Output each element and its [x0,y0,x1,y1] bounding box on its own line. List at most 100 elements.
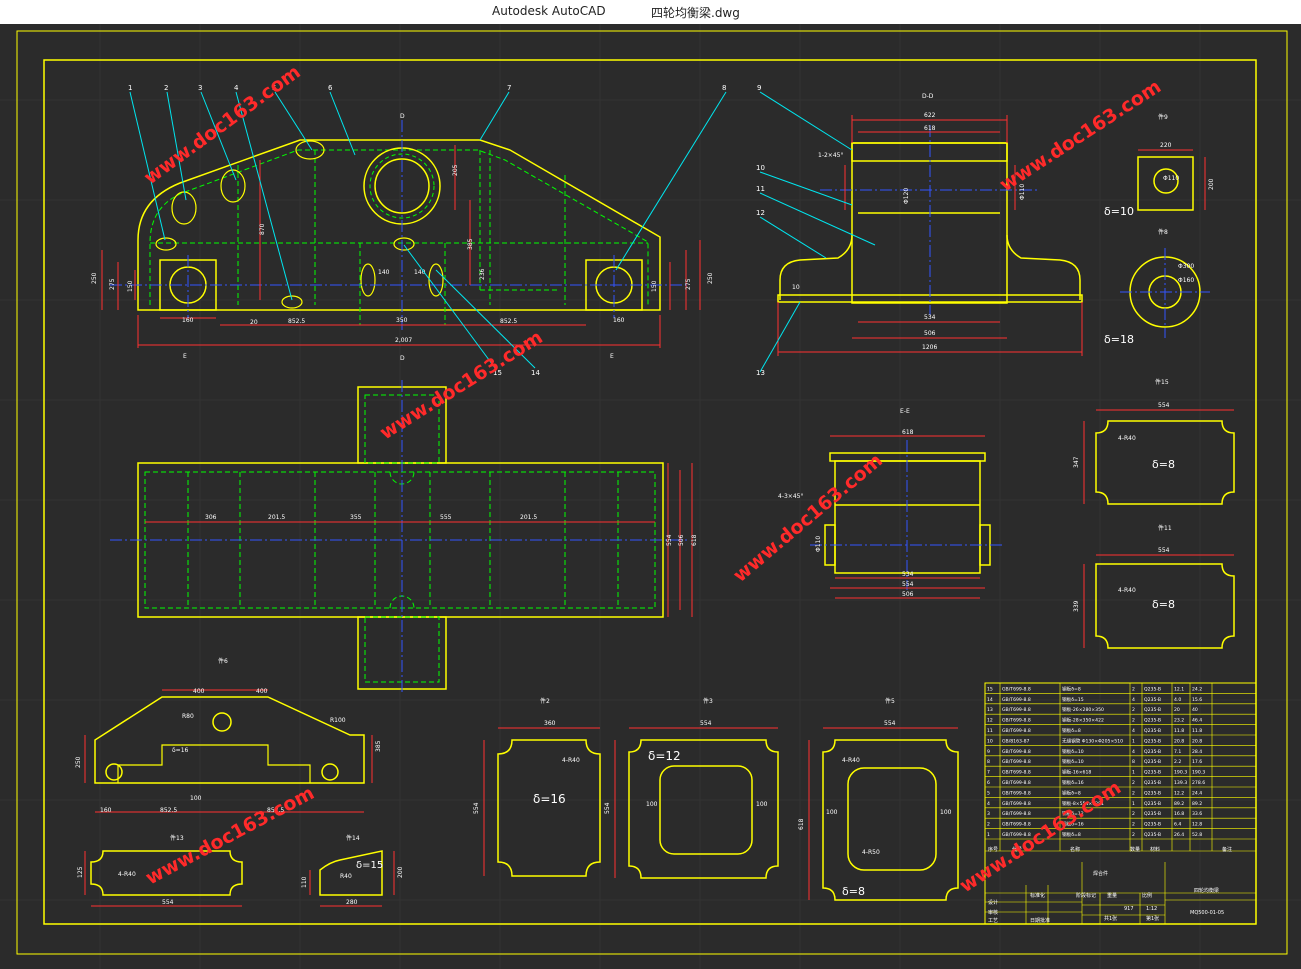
dd-chamfer: 1-2×45° [818,152,843,159]
part8-thickness: δ=18 [1104,333,1134,346]
part5-w: 554 [884,720,896,727]
bom-cell-no: 9 [987,749,990,755]
part3-h: 554 [604,802,611,814]
bom-cell-no: 15 [987,686,993,692]
part-no-14: 14 [531,369,540,377]
part11-title: 件11 [1158,524,1172,532]
part-no-4: 4 [234,84,239,92]
document-title: 四轮均衡梁.dwg [651,6,740,20]
bom-cell-no: 7 [987,770,990,776]
dim-160: 160 [182,317,194,324]
bom-cell-code: GB/T699-8.8 [1002,718,1031,724]
dim-870: 870 [259,223,266,235]
part6-r100: R100 [330,717,346,724]
cad-drawing[interactable]: 250 275 150 160 20 852.5 350 852.5 2,007… [0,24,1301,969]
drawing-canvas[interactable]: 250 275 150 160 20 852.5 350 852.5 2,007… [0,24,1301,969]
bom-cell-name: 钢板δ=16 [1062,779,1084,786]
part5-thickness: δ=8 [842,885,865,898]
bom-h-name: 名称 [1070,846,1080,853]
bom-cell-qty: 1 [1132,770,1135,776]
part3-w: 554 [700,720,712,727]
bom-cell-w1: 139.3 [1174,780,1187,786]
part-no-2: 2 [164,84,168,92]
bom-cell-no: 5 [987,790,990,796]
dim-275b: 275 [685,278,692,290]
bom-cell-w1: 7.1 [1174,749,1181,755]
bom-cell-name: 钢板-28×350×422 [1062,717,1104,724]
dim-534: 534 [924,314,936,321]
dim-852-5b: 852.5 [500,318,517,325]
dim-201-5: 201.5 [268,514,285,521]
bom-cell-name: 钢板-26×280×350 [1062,706,1104,713]
part-no-11: 11 [756,185,765,193]
part15-h: 347 [1073,456,1080,468]
part2-w: 360 [544,720,556,727]
tb-check: 审核 [988,909,998,916]
part11-w: 554 [1158,547,1170,554]
part5-title: 件5 [885,697,895,705]
part2-r: 4-R40 [562,757,580,764]
dim-554: 554 [666,534,673,546]
part-no-7: 7 [507,84,511,92]
bom-cell-mat: Q235-B [1144,780,1161,786]
part6-160: 160 [100,807,112,814]
part6-852: 852.5 [160,807,177,814]
part11-r: 4-R40 [1118,587,1136,594]
bom-cell-w2: 28.4 [1192,749,1202,755]
bom-cell-code: GB/T699-8.8 [1002,811,1031,817]
section-d-d-title: D-D [922,93,934,100]
bom-cell-qty: 4 [1132,749,1135,755]
dim-140: 140 [378,269,390,276]
part9-h: 200 [1208,178,1215,190]
tb-stage: 阶段标记 [1076,892,1096,899]
cut-d-top: D [400,113,405,120]
bom-cell-w2: 20.8 [1192,738,1202,744]
bom-cell-no: 6 [987,780,990,786]
ee-dim-534: 534 [902,571,914,578]
part6-title: 件6 [218,657,228,665]
bom-cell-w2: 33.6 [1192,811,1202,817]
bom-cell-mat: Q235-B [1144,718,1161,724]
part8-title: 件8 [1158,228,1168,236]
part13-r: 4-R40 [118,871,136,878]
ee-d110: Φ110 [815,536,822,552]
bom-cell-w1: 89.2 [1174,801,1184,807]
window-titlebar: Autodesk AutoCAD 四轮均衡梁.dwg [0,0,1301,24]
part11-h: 339 [1073,600,1080,612]
part6-400: 400 [193,688,205,695]
part14-r: R40 [340,873,352,880]
bom-cell-qty: 2 [1132,686,1135,692]
dim-150: 150 [127,280,134,292]
part9-w: 220 [1160,142,1172,149]
part9-title: 件9 [1158,113,1168,121]
bom-cell-name: 钢板δ=10 [1062,748,1084,755]
bom-cell-w1: 6.4 [1174,822,1181,828]
part14-h: 200 [397,866,404,878]
bom-cell-no: 1 [987,832,990,838]
dim-20: 20 [250,319,258,326]
bom-cell-w1: 12.1 [1174,686,1184,692]
tb-scale: 比例 [1142,892,1152,899]
bom-cell-mat: Q235-B [1144,707,1161,713]
part15-title: 件15 [1155,378,1169,386]
part2-thickness: δ=16 [533,792,566,806]
part3-in2: 100 [756,801,768,808]
bom-cell-no: 3 [987,811,990,817]
bom-cell-w2: 46.4 [1192,718,1202,724]
bom-cell-w2: 40 [1192,707,1198,713]
dim-201-5b: 201.5 [520,514,537,521]
part13-h: 125 [77,866,84,878]
part15-r: 4-R40 [1118,435,1136,442]
part5-r2: 4-R50 [862,849,880,856]
bom-cell-w1: 4.0 [1174,697,1181,703]
part13-title: 件13 [170,834,184,842]
dim-236: 236 [479,268,486,280]
part6-r80: R80 [182,713,194,720]
bom-cell-code: GB/T699-8.8 [1002,697,1031,703]
part6-385: 385 [375,740,382,752]
part5-in1: 100 [826,809,838,816]
dim-506: 506 [924,330,936,337]
bom-cell-name: 无缝钢管 Φ130×Φ205×510 [1062,737,1123,744]
bom-cell-w1: 20 [1174,707,1180,713]
dim-160b: 160 [613,317,625,324]
